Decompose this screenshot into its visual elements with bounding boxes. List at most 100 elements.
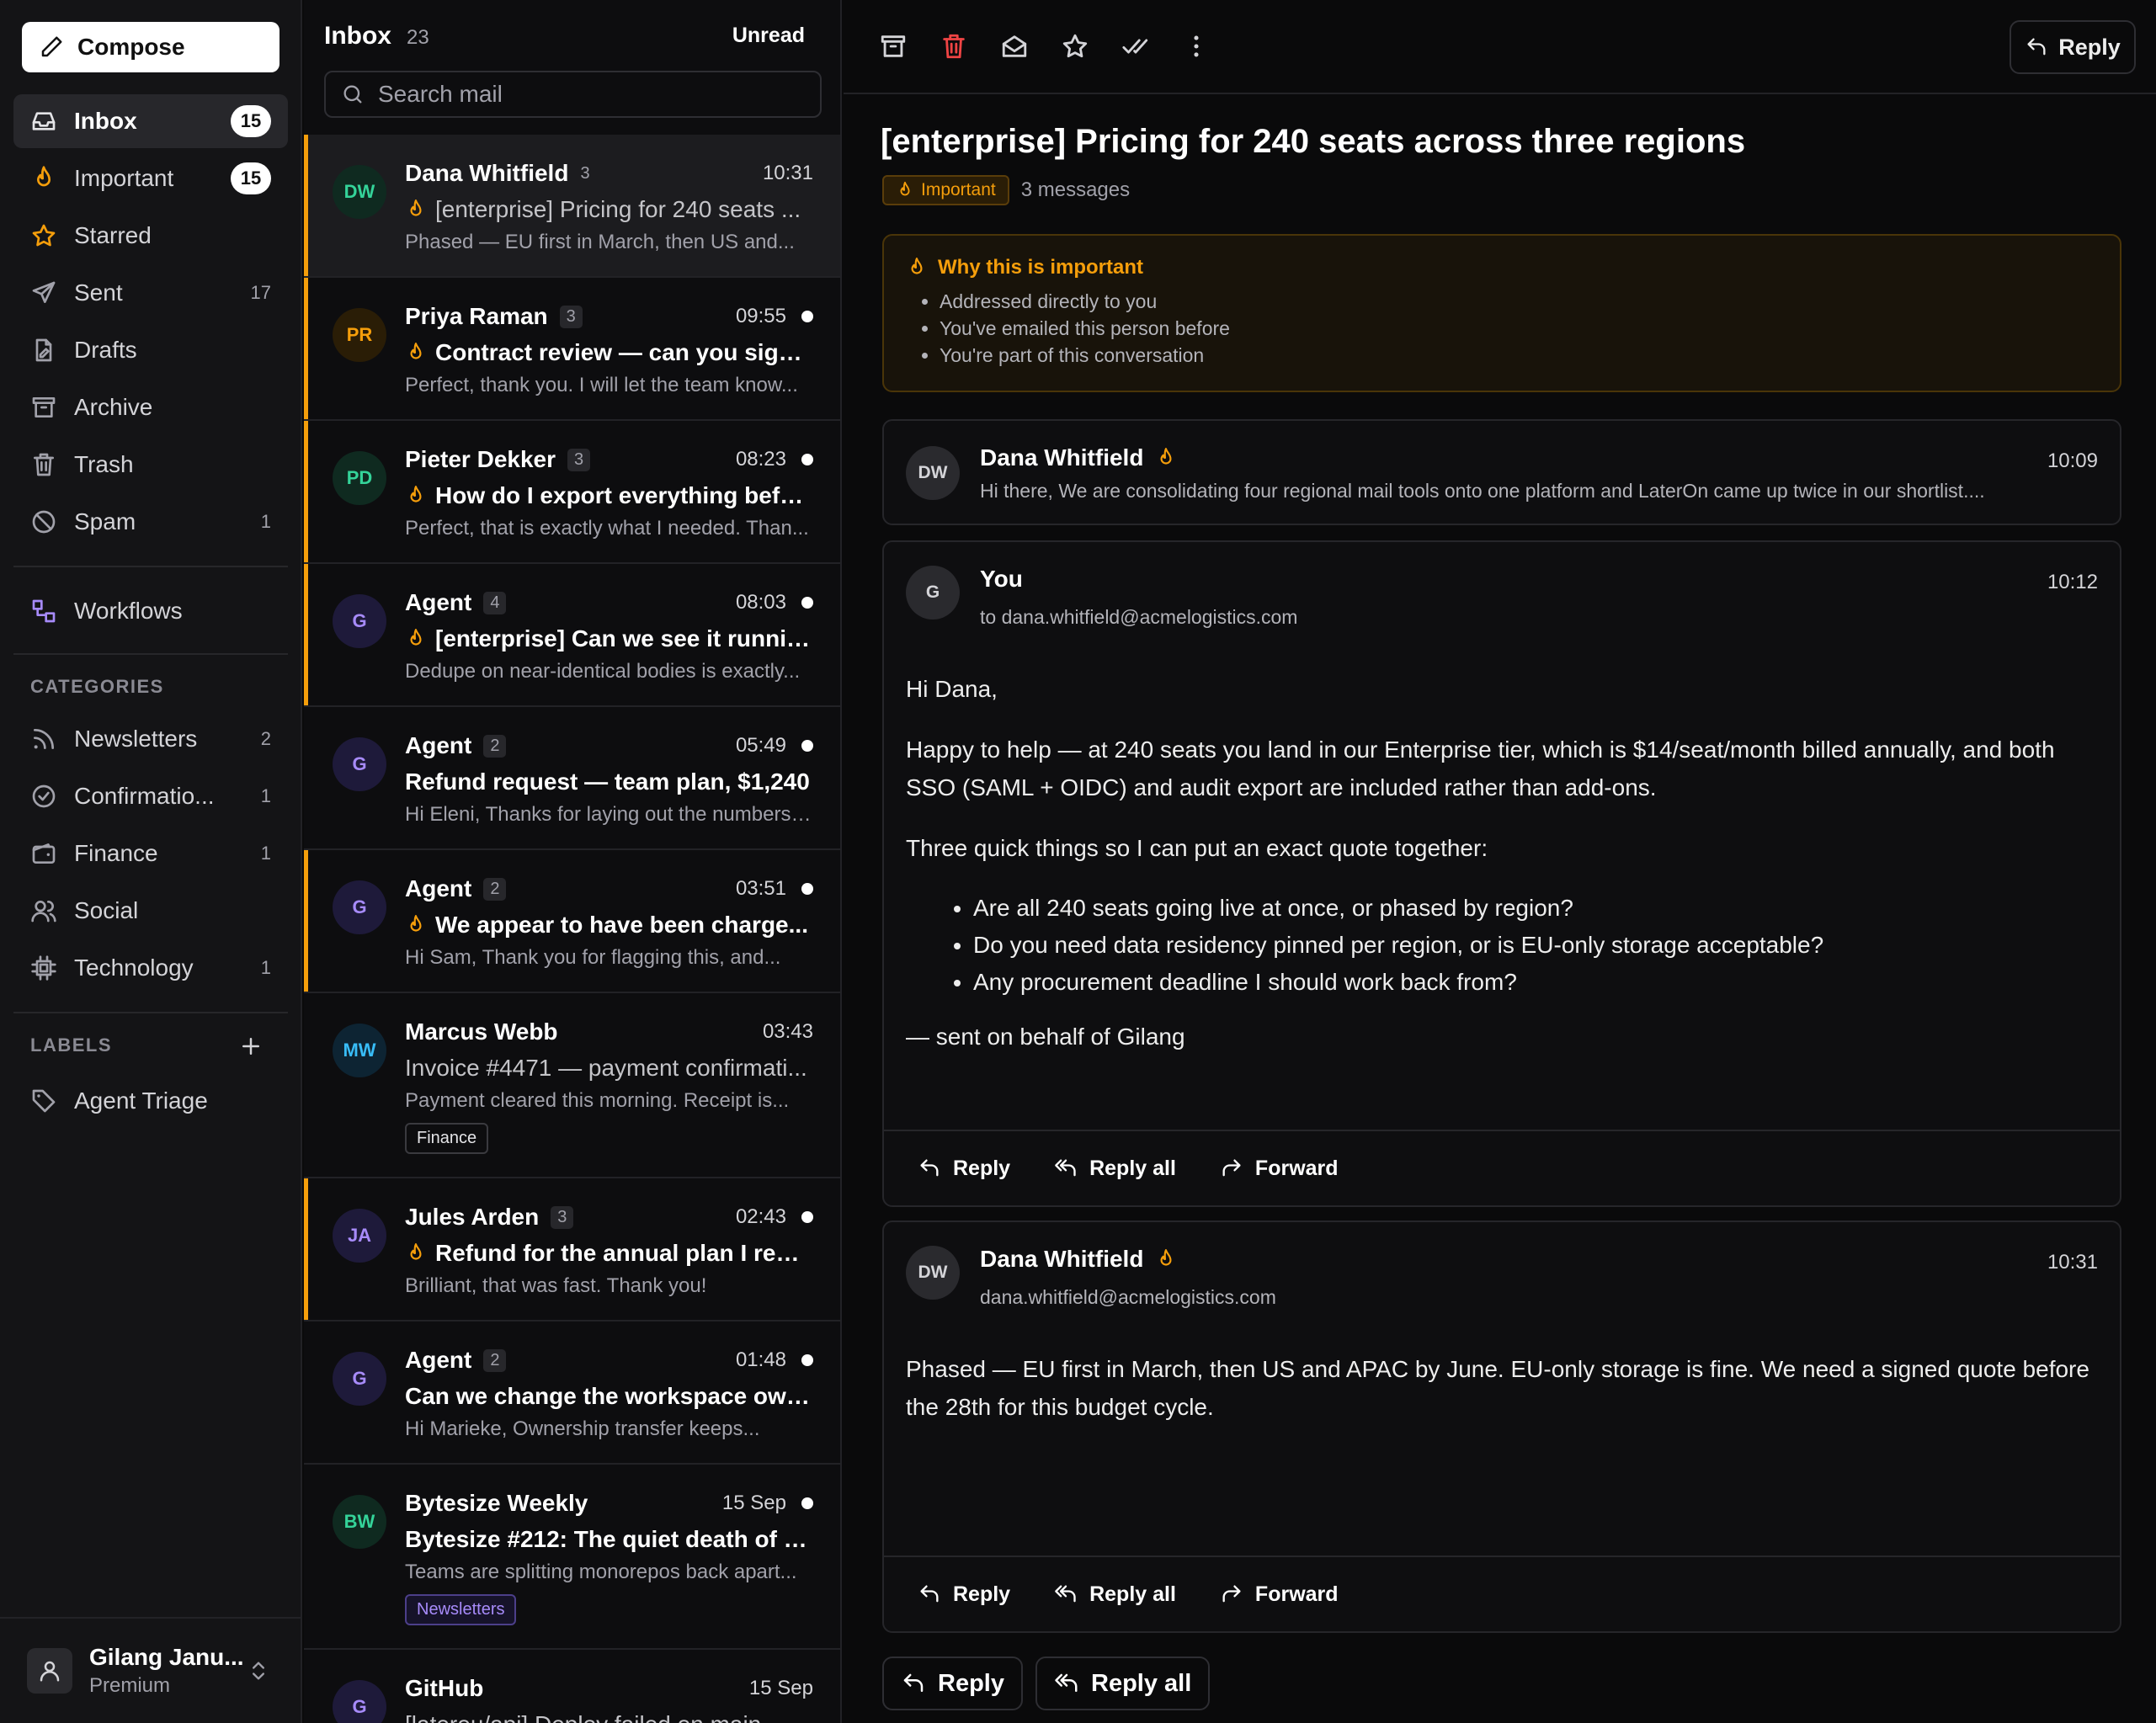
message-preview: Hi Eleni, Thanks for laying out the numb… bbox=[405, 803, 813, 826]
more-vertical-icon[interactable] bbox=[1182, 32, 1211, 61]
flame-icon bbox=[405, 199, 427, 221]
add-label-icon[interactable] bbox=[238, 1034, 264, 1059]
reply-all-button[interactable]: Reply all bbox=[1054, 1582, 1176, 1607]
why-reason: Addressed directly to you bbox=[940, 288, 2098, 315]
nav-item-workflows[interactable]: Workflows bbox=[13, 584, 288, 638]
category-social[interactable]: Social bbox=[13, 884, 288, 938]
message-subject: Refund request — team plan, $1,240 bbox=[405, 768, 810, 795]
nav-item-drafts[interactable]: Drafts bbox=[13, 323, 288, 377]
nav-item-trash[interactable]: Trash bbox=[13, 438, 288, 492]
reply-all-button[interactable]: Reply all bbox=[1054, 1157, 1176, 1181]
compose-label: Compose bbox=[77, 34, 185, 60]
nav-count: 15 bbox=[231, 105, 271, 137]
search-input[interactable]: Search mail bbox=[324, 71, 822, 118]
message-time: 03:51 bbox=[735, 877, 786, 900]
flame-icon bbox=[896, 181, 914, 199]
message-actions: Reply Reply all Forward bbox=[884, 1555, 2120, 1631]
double-check-icon[interactable] bbox=[1121, 32, 1150, 61]
message-time: 10:12 bbox=[2047, 571, 2098, 593]
labels-nav: Agent Triage bbox=[13, 1074, 288, 1131]
category-finance[interactable]: Finance 1 bbox=[13, 827, 288, 880]
thread-count: 2 bbox=[483, 1348, 507, 1372]
message-rows: DW Dana Whitfield 3 10:31 [enterprise] P… bbox=[304, 135, 840, 1723]
avatar: G bbox=[333, 1680, 386, 1723]
bottom-reply-button[interactable]: Reply bbox=[882, 1657, 1023, 1710]
message-time: 09:55 bbox=[735, 305, 786, 327]
message-snippet: Hi there, We are consolidating four regi… bbox=[980, 480, 1985, 502]
avatar: PD bbox=[333, 451, 386, 505]
nav-item-inbox[interactable]: Inbox 15 bbox=[13, 94, 288, 148]
message-subject: We appear to have been charge... bbox=[435, 912, 808, 938]
mail-open-icon[interactable] bbox=[1000, 32, 1029, 61]
message-preview: Payment cleared this morning. Receipt is… bbox=[405, 1089, 790, 1112]
unread-dot bbox=[801, 454, 813, 465]
ban-icon bbox=[32, 510, 56, 534]
avatar: BW bbox=[333, 1495, 386, 1549]
message-row[interactable]: DW Dana Whitfield 3 10:31 [enterprise] P… bbox=[304, 135, 840, 278]
message-row[interactable]: G Agent 4 08:03 [enterprise] Can we see … bbox=[304, 564, 840, 707]
message-subject: Bytesize #212: The quiet death of th... bbox=[405, 1526, 813, 1552]
wallet-icon bbox=[32, 843, 56, 864]
message-row[interactable]: PR Priya Raman 3 09:55 Contract review —… bbox=[304, 278, 840, 421]
avatar: JA bbox=[333, 1209, 386, 1263]
unread-dot bbox=[801, 740, 813, 752]
message-time: 15 Sep bbox=[748, 1677, 813, 1699]
unread-dot bbox=[801, 1497, 813, 1509]
recipient: to dana.whitfield@acmelogistics.com bbox=[980, 606, 1298, 628]
nav-item-archive[interactable]: Archive bbox=[13, 380, 288, 434]
nav-item-sent[interactable]: Sent 17 bbox=[13, 266, 288, 320]
category-technology[interactable]: Technology 1 bbox=[13, 941, 288, 995]
forward-button[interactable]: Forward bbox=[1220, 1582, 1339, 1607]
message-row[interactable]: G Agent 2 05:49 Refund request — team pl… bbox=[304, 707, 840, 850]
label-agent-triage[interactable]: Agent Triage bbox=[13, 1074, 288, 1128]
archive-icon[interactable] bbox=[879, 32, 908, 61]
list-count: 23 bbox=[407, 26, 429, 49]
message-row[interactable]: BW Bytesize Weekly 15 Sep Bytesize #212:… bbox=[304, 1465, 840, 1650]
message-preview: Hi Marieke, Ownership transfer keeps... bbox=[405, 1417, 760, 1440]
unread-filter-button[interactable]: Unread bbox=[732, 24, 805, 48]
forward-button[interactable]: Forward bbox=[1220, 1157, 1339, 1181]
nav-label: Inbox bbox=[74, 108, 137, 134]
categories-heading: CATEGORIES bbox=[30, 676, 164, 697]
reply-button[interactable]: Reply bbox=[918, 1157, 1010, 1181]
message-row[interactable]: PD Pieter Dekker 3 08:23 How do I export… bbox=[304, 421, 840, 564]
nav-label: Spam bbox=[74, 508, 136, 534]
message-row[interactable]: G Agent 2 03:51 We appear to have been c… bbox=[304, 850, 840, 993]
message-row[interactable]: G Agent 2 01:48 Can we change the worksp… bbox=[304, 1321, 840, 1465]
star-icon[interactable] bbox=[1061, 32, 1089, 61]
user-menu[interactable]: Gilang Janu... Premium bbox=[0, 1617, 301, 1723]
thread-toolbar: Reply bbox=[844, 0, 2156, 94]
thread-count: 3 bbox=[567, 448, 591, 471]
sender-name: Agent bbox=[405, 732, 472, 758]
importance-explanation: Why this is important Addressed directly… bbox=[882, 234, 2121, 392]
nav-label: Drafts bbox=[74, 337, 137, 363]
message-row[interactable]: JA Jules Arden 3 02:43 Refund for the an… bbox=[304, 1178, 840, 1321]
message-collapsed[interactable]: DW Dana Whitfield 10:09 Hi there, We are… bbox=[882, 419, 2121, 525]
nav-item-spam[interactable]: Spam 1 bbox=[13, 495, 288, 549]
body-paragraph: Happy to help — at 240 seats you land in… bbox=[906, 737, 2055, 800]
category-confirmations[interactable]: Confirmatio... 1 bbox=[13, 769, 288, 823]
reply-label: Reply bbox=[2058, 34, 2121, 60]
category-newsletters[interactable]: Newsletters 2 bbox=[13, 712, 288, 766]
category-label: Social bbox=[74, 897, 139, 923]
search-icon bbox=[343, 85, 362, 104]
workflows-nav: Workflows bbox=[13, 584, 288, 641]
sender-name: Dana Whitfield bbox=[405, 160, 569, 186]
reply-button[interactable]: Reply bbox=[918, 1582, 1010, 1607]
nav-item-starred[interactable]: Starred bbox=[13, 209, 288, 263]
reply-button[interactable]: Reply bbox=[2010, 20, 2136, 74]
message-expanded: DW Dana Whitfield 10:31 dana.whitfield@a… bbox=[882, 1220, 2121, 1633]
nav-item-important[interactable]: Important 15 bbox=[13, 152, 288, 205]
labels-heading: LABELS bbox=[30, 1034, 112, 1056]
compose-button[interactable]: Compose bbox=[22, 22, 279, 72]
trash-icon[interactable] bbox=[940, 32, 968, 61]
message-time: 01:48 bbox=[735, 1348, 786, 1371]
message-preview: Teams are splitting monorepos back apart… bbox=[405, 1561, 797, 1583]
message-row[interactable]: G GitHub 15 Sep [laterон/api] Deploy fai… bbox=[304, 1650, 840, 1723]
bottom-reply-all-button[interactable]: Reply all bbox=[1035, 1657, 1211, 1710]
nav-label: Starred bbox=[74, 222, 152, 248]
why-title: Why this is important bbox=[938, 256, 1144, 279]
flame-icon bbox=[405, 485, 427, 507]
message-time: 08:03 bbox=[735, 591, 786, 614]
message-row[interactable]: MW Marcus Webb 03:43 Invoice #4471 — pay… bbox=[304, 993, 840, 1178]
